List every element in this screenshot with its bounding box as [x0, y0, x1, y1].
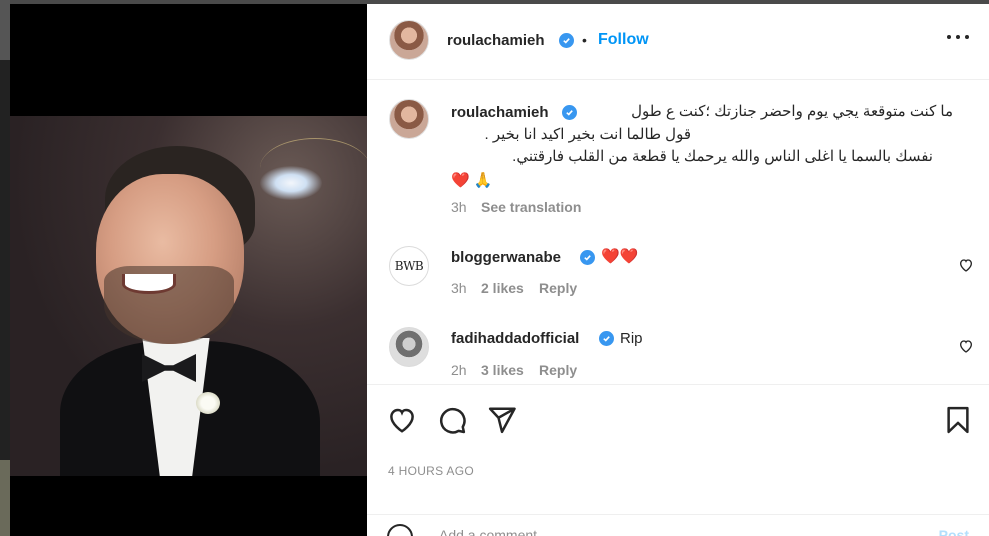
comment-username[interactable]: fadihaddadofficial	[451, 330, 579, 347]
comment-likes[interactable]: 2 likes	[481, 280, 524, 296]
comment-text: Rip	[620, 330, 643, 347]
reply-button[interactable]: Reply	[539, 362, 577, 378]
caption-time[interactable]: 3h	[451, 199, 467, 215]
post-time-ago[interactable]: 4 HOURS AGO	[388, 464, 474, 478]
comment-likes[interactable]: 3 likes	[481, 362, 524, 378]
post-media[interactable]	[10, 4, 367, 536]
comment-icon[interactable]	[437, 405, 467, 435]
caption-emoji: ❤️ 🙏	[451, 172, 493, 189]
see-translation-button[interactable]: See translation	[481, 199, 581, 215]
heart-icon[interactable]	[387, 405, 417, 435]
verified-icon	[562, 105, 577, 120]
post-comment-button[interactable]: Post	[939, 527, 969, 536]
reply-button[interactable]: Reply	[539, 280, 577, 296]
avatar-logo-text: BWB	[394, 259, 424, 273]
verified-icon	[559, 33, 574, 48]
verified-icon	[580, 250, 595, 265]
post-actions-bar	[367, 384, 989, 454]
emoji-icon[interactable]	[387, 524, 413, 536]
caption-line-2: قول طالما انت بخير اكيد انا بخير .	[484, 126, 692, 143]
comment-text: ❤️❤️	[601, 248, 639, 265]
comment-time[interactable]: 2h	[451, 362, 467, 378]
author-username[interactable]: roulachamieh	[447, 32, 545, 49]
verified-icon	[599, 331, 614, 346]
small-heart-icon[interactable]	[958, 338, 974, 354]
post-photo	[10, 116, 367, 476]
add-comment-bar: Add a comment… Post	[367, 514, 989, 536]
separator-dot: •	[582, 32, 587, 48]
more-options-icon[interactable]	[947, 34, 969, 40]
comment-username[interactable]: bloggerwanabe	[451, 249, 561, 266]
comment-time[interactable]: 3h	[451, 280, 467, 296]
small-heart-icon[interactable]	[958, 257, 974, 273]
commenter-avatar[interactable]	[389, 327, 429, 367]
caption-line-1: ما كنت متوقعة يجي يوم واحضر جنازتك ؛كنت …	[631, 103, 953, 120]
author-avatar[interactable]	[389, 20, 429, 60]
instagram-post-modal: roulachamieh • Follow roulachamieh ما كن…	[0, 0, 989, 536]
share-icon[interactable]	[487, 405, 517, 435]
bookmark-icon[interactable]	[943, 405, 973, 435]
add-comment-input[interactable]: Add a comment…	[439, 527, 551, 536]
post-header: roulachamieh • Follow	[367, 4, 989, 80]
caption-line-3: نفسك بالسما يا اغلى الناس والله يرحمك يا…	[512, 148, 933, 165]
commenter-avatar[interactable]: BWB	[389, 246, 429, 286]
follow-button[interactable]: Follow	[598, 31, 649, 49]
caption-username[interactable]: roulachamieh	[451, 104, 549, 121]
post-side-panel: roulachamieh • Follow roulachamieh ما كن…	[367, 4, 989, 536]
caption-avatar[interactable]	[389, 99, 429, 139]
backdrop-left	[0, 0, 10, 536]
